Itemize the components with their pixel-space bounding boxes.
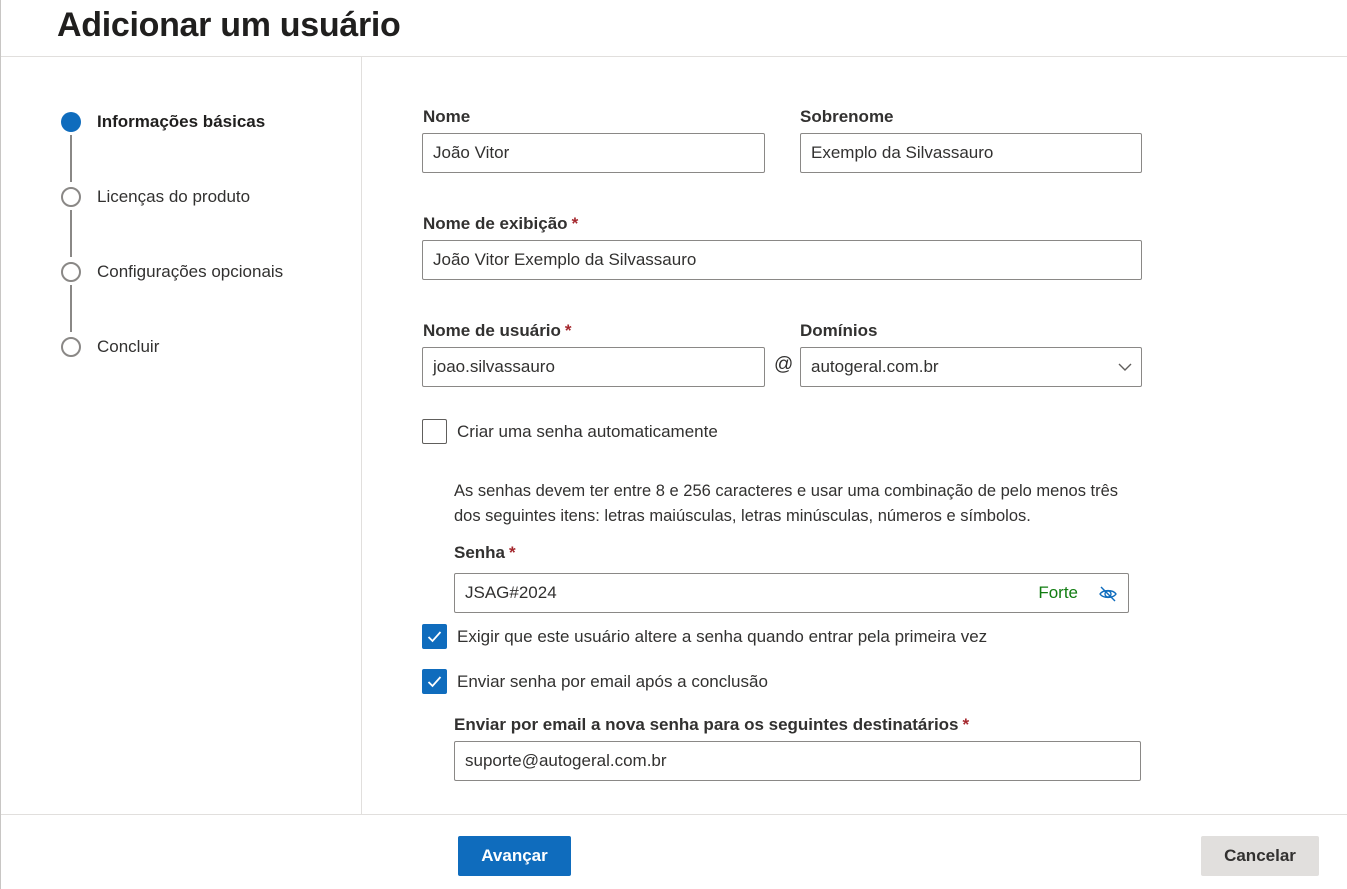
domains-label: Domínios xyxy=(800,321,878,340)
first-name-field[interactable]: João Vitor xyxy=(422,133,765,173)
panel-footer xyxy=(1,814,1347,889)
domain-value: autogeral.com.br xyxy=(811,357,939,376)
cancel-button[interactable]: Cancelar xyxy=(1201,836,1319,876)
step-label: Configurações opcionais xyxy=(97,262,284,281)
next-button[interactable]: Avançar xyxy=(458,836,571,876)
page-title: Adicionar um usuário xyxy=(57,6,401,44)
password-hint: As senhas devem ter entre 8 e 256 caract… xyxy=(454,482,1119,525)
checkmark-icon xyxy=(427,631,442,643)
display-name-label: Nome de exibição * xyxy=(423,214,579,233)
domain-dropdown[interactable]: autogeral.com.br xyxy=(800,347,1142,387)
step-connector xyxy=(70,210,72,257)
first-name-value: João Vitor xyxy=(433,143,510,162)
last-name-label: Sobrenome xyxy=(800,107,894,126)
first-name-label: Nome xyxy=(423,107,471,126)
display-name-field[interactable]: João Vitor Exemplo da Silvassauro xyxy=(422,240,1142,280)
require-change-label: Exigir que este usuário altere a senha q… xyxy=(457,627,988,646)
step-connector xyxy=(70,135,72,182)
panel-header: Adicionar um usuário xyxy=(1,0,1347,57)
step-label: Licenças do produto xyxy=(97,187,251,206)
password-label: Senha * xyxy=(454,543,516,562)
recipients-label: Enviar por email a nova senha para os se… xyxy=(454,715,970,734)
step-finish[interactable]: Concluir xyxy=(61,335,159,359)
email-password-checkbox[interactable] xyxy=(422,669,447,694)
recipients-field[interactable]: suporte@autogeral.com.br xyxy=(454,741,1141,781)
required-marker: * xyxy=(962,715,970,734)
at-symbol: @ xyxy=(774,354,794,375)
require-change-checkbox[interactable] xyxy=(422,624,447,649)
password-field[interactable]: JSAG#2024 Forte xyxy=(454,573,1129,613)
eye-off-icon[interactable] xyxy=(1098,584,1118,604)
required-marker: * xyxy=(564,321,572,340)
step-pending-icon xyxy=(61,337,81,357)
step-active-icon xyxy=(61,112,81,132)
recipients-value: suporte@autogeral.com.br xyxy=(465,751,667,770)
username-label: Nome de usuário * xyxy=(423,321,572,340)
step-connector xyxy=(70,285,72,332)
step-pending-icon xyxy=(61,262,81,282)
step-basic-info[interactable]: Informações básicas xyxy=(61,110,265,134)
step-product-licenses[interactable]: Licenças do produto xyxy=(61,185,250,209)
password-strength: Forte xyxy=(1038,583,1078,602)
auto-password-label: Criar uma senha automaticamente xyxy=(457,422,718,441)
checkmark-icon xyxy=(427,676,442,688)
step-label: Informações básicas xyxy=(97,112,266,131)
chevron-down-icon xyxy=(1118,363,1132,371)
step-label: Concluir xyxy=(97,337,160,356)
last-name-value: Exemplo da Silvassauro xyxy=(811,143,994,162)
email-password-label: Enviar senha por email após a conclusão xyxy=(457,672,768,691)
auto-password-checkbox[interactable] xyxy=(422,419,447,444)
step-optional-settings[interactable]: Configurações opcionais xyxy=(61,260,283,284)
add-user-panel: Adicionar um usuário Informações básicas… xyxy=(0,0,1347,889)
username-field[interactable]: joao.silvassauro xyxy=(422,347,765,387)
required-marker: * xyxy=(571,214,579,233)
last-name-field[interactable]: Exemplo da Silvassauro xyxy=(800,133,1142,173)
wizard-steps xyxy=(1,57,362,814)
username-value: joao.silvassauro xyxy=(433,357,555,376)
password-value: JSAG#2024 xyxy=(465,583,557,602)
step-pending-icon xyxy=(61,187,81,207)
required-marker: * xyxy=(509,543,516,562)
display-name-value: João Vitor Exemplo da Silvassauro xyxy=(433,250,697,269)
